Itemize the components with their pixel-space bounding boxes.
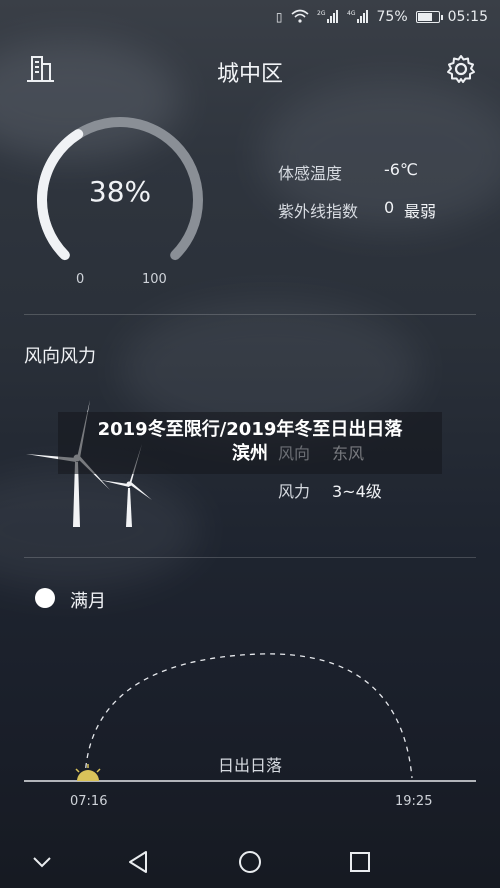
uv-index-value: 0 xyxy=(384,198,395,217)
moon-phase-icon xyxy=(35,588,55,608)
sun-path-chart xyxy=(24,653,476,782)
clock-time: 05:15 xyxy=(447,9,488,25)
gauge-max-label: 100 xyxy=(142,272,167,287)
article-title-overlay: 2019冬至限行/2019年冬至日出日落 滨州 xyxy=(58,412,442,474)
chevron-down-icon[interactable] xyxy=(26,846,58,878)
moon-phase-label: 满月 xyxy=(70,591,106,612)
network-4g-label: 4G xyxy=(347,10,356,17)
section-divider xyxy=(24,314,476,315)
square-recent-icon[interactable] xyxy=(344,846,376,878)
app-header: 城中区 xyxy=(0,50,500,90)
wind-section-title: 风向风力 xyxy=(24,346,96,367)
sunrise-sunset-label: 日出日落 xyxy=(217,756,282,775)
feels-like-label: 体感温度 xyxy=(278,164,343,183)
city-title: 城中区 xyxy=(216,62,283,87)
battery-icon xyxy=(415,11,443,23)
signal-4g-icon: 4G xyxy=(347,9,369,26)
uv-index-label: 紫外线指数 xyxy=(278,202,359,221)
battery-percent: 75% xyxy=(376,9,408,25)
wifi-icon xyxy=(290,9,309,26)
system-nav-bar xyxy=(0,836,500,888)
gear-icon[interactable] xyxy=(446,54,476,84)
wind-force-label: 风力 xyxy=(278,482,311,501)
section-divider xyxy=(24,557,476,558)
battery-fill xyxy=(417,13,432,21)
gauge-min-label: 0 xyxy=(76,272,85,287)
triangle-back-icon[interactable] xyxy=(122,846,154,878)
article-title-line-1: 2019冬至限行/2019年冬至日出日落 xyxy=(97,419,403,440)
gauge-value: 38% xyxy=(88,175,152,208)
sunrise-time: 07:16 xyxy=(70,794,108,809)
signal-2g-icon: 2G xyxy=(317,9,339,26)
sunset-time: 19:25 xyxy=(395,794,433,809)
article-title-line-2: 滨州 xyxy=(232,443,268,464)
vibrate-icon: ▯ xyxy=(275,10,283,24)
wind-force-value: 3~4级 xyxy=(332,482,382,501)
circle-home-icon[interactable] xyxy=(234,846,266,878)
article-title: 2019冬至限行/2019年冬至日出日落 滨州 xyxy=(58,418,442,466)
uv-index-level: 最弱 xyxy=(404,202,437,221)
network-2g-label: 2G xyxy=(317,10,326,17)
feels-like-value: -6℃ xyxy=(384,160,418,179)
status-bar: ▯ 2G 4G 75% 05:15 xyxy=(0,0,500,34)
